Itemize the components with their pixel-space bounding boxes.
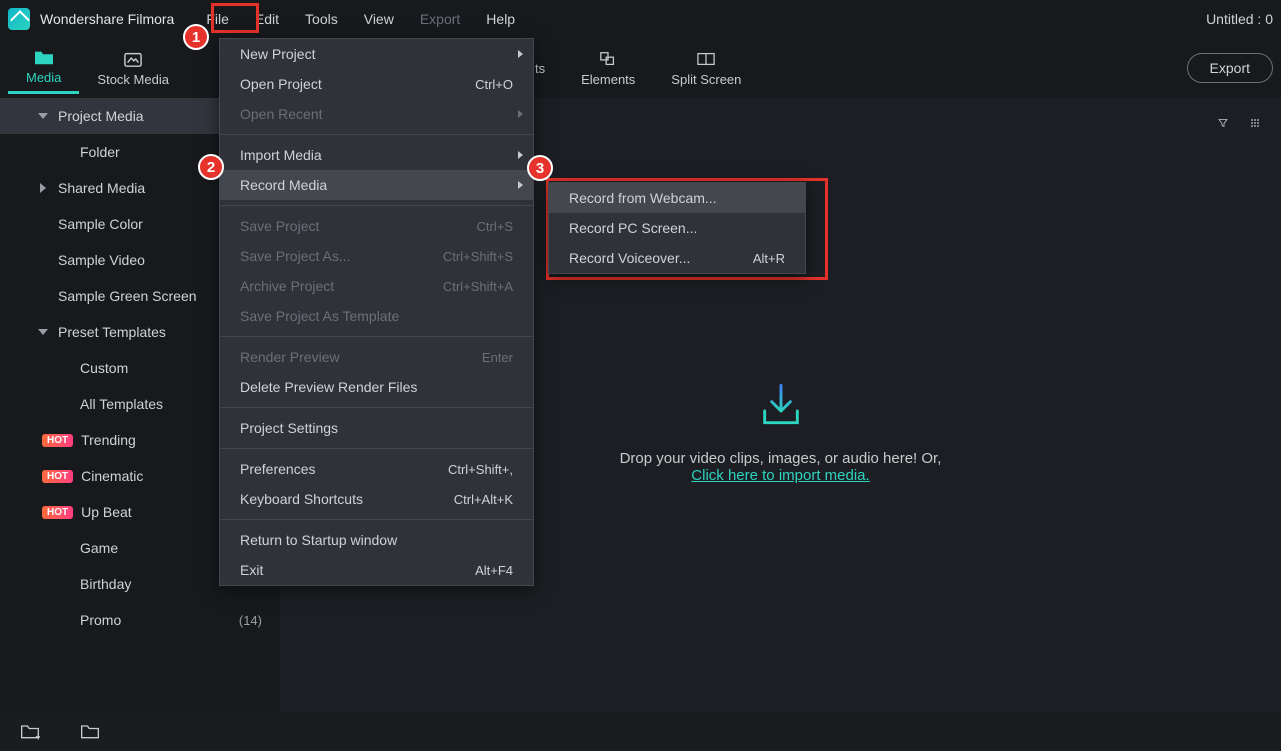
separator [220,448,533,449]
hot-badge: HOT [42,470,73,483]
menu-save-project[interactable]: Save ProjectCtrl+S [220,211,533,241]
stock-icon [122,50,144,68]
menu-archive-project[interactable]: Archive ProjectCtrl+Shift+A [220,271,533,301]
menu-exit[interactable]: ExitAlt+F4 [220,555,533,585]
chevron-down-icon [38,113,48,119]
menu-record-media[interactable]: Record Media [220,170,533,200]
tab-media[interactable]: Media [8,42,79,94]
separator [220,205,533,206]
menu-import-media[interactable]: Import Media [220,140,533,170]
separator [220,336,533,337]
folder-icon [33,48,55,66]
sidebar-item-promo[interactable]: Promo(14) [0,602,280,638]
folder-icon[interactable] [80,722,100,740]
chevron-down-icon [38,329,48,335]
submenu-record-pc-screen[interactable]: Record PC Screen... [549,213,805,243]
hot-badge: HOT [42,506,73,519]
promo-count: (14) [239,613,262,628]
marker-2: 2 [198,154,224,180]
record-media-submenu: Record from Webcam... Record PC Screen..… [548,182,806,274]
menu-open-recent[interactable]: Open Recent [220,99,533,129]
hot-badge: HOT [42,434,73,447]
menu-keyboard-shortcuts[interactable]: Keyboard ShortcutsCtrl+Alt+K [220,484,533,514]
bottombar [0,711,1281,751]
menu-new-project[interactable]: New Project [220,39,533,69]
menu-preferences[interactable]: PreferencesCtrl+Shift+, [220,454,533,484]
chevron-right-icon [518,181,523,189]
tab-stock-media[interactable]: Stock Media [79,44,187,93]
grid-icon[interactable] [1245,113,1265,133]
chevron-right-icon [518,151,523,159]
menu-tools[interactable]: Tools [293,7,350,31]
menu-help[interactable]: Help [474,7,527,31]
tab-elements[interactable]: Elements [563,44,653,93]
import-link[interactable]: Click here to import media. [691,467,869,484]
chevron-right-icon [518,110,523,118]
document-title: Untitled : 0 [1206,11,1273,27]
chevron-right-icon [40,183,46,193]
submenu-record-voiceover[interactable]: Record Voiceover...Alt+R [549,243,805,273]
new-folder-icon[interactable] [20,722,40,740]
tab-split-screen[interactable]: Split Screen [653,44,759,93]
chevron-right-icon [518,50,523,58]
drop-text: Drop your video clips, images, or audio … [620,450,942,484]
app-logo [8,8,30,30]
menubar: File Edit Tools View Export Help [194,7,527,31]
menu-return-startup[interactable]: Return to Startup window [220,525,533,555]
menu-render-preview[interactable]: Render PreviewEnter [220,342,533,372]
elements-icon [597,50,619,68]
marker-1: 1 [183,24,209,50]
menu-edit[interactable]: Edit [243,7,291,31]
menu-save-template[interactable]: Save Project As Template [220,301,533,331]
file-menu-dropdown: New Project Open ProjectCtrl+O Open Rece… [219,38,534,586]
separator [220,134,533,135]
menu-view[interactable]: View [352,7,406,31]
separator [220,519,533,520]
download-icon [753,376,809,432]
filter-icon[interactable] [1213,113,1233,133]
menu-open-project[interactable]: Open ProjectCtrl+O [220,69,533,99]
menu-save-project-as[interactable]: Save Project As...Ctrl+Shift+S [220,241,533,271]
marker-3: 3 [527,155,553,181]
separator [220,407,533,408]
app-title: Wondershare Filmora [40,11,174,27]
submenu-record-webcam[interactable]: Record from Webcam... [549,183,805,213]
menu-delete-render[interactable]: Delete Preview Render Files [220,372,533,402]
menu-export[interactable]: Export [408,7,472,31]
split-screen-icon [695,50,717,68]
menu-project-settings[interactable]: Project Settings [220,413,533,443]
export-button[interactable]: Export [1187,53,1273,83]
